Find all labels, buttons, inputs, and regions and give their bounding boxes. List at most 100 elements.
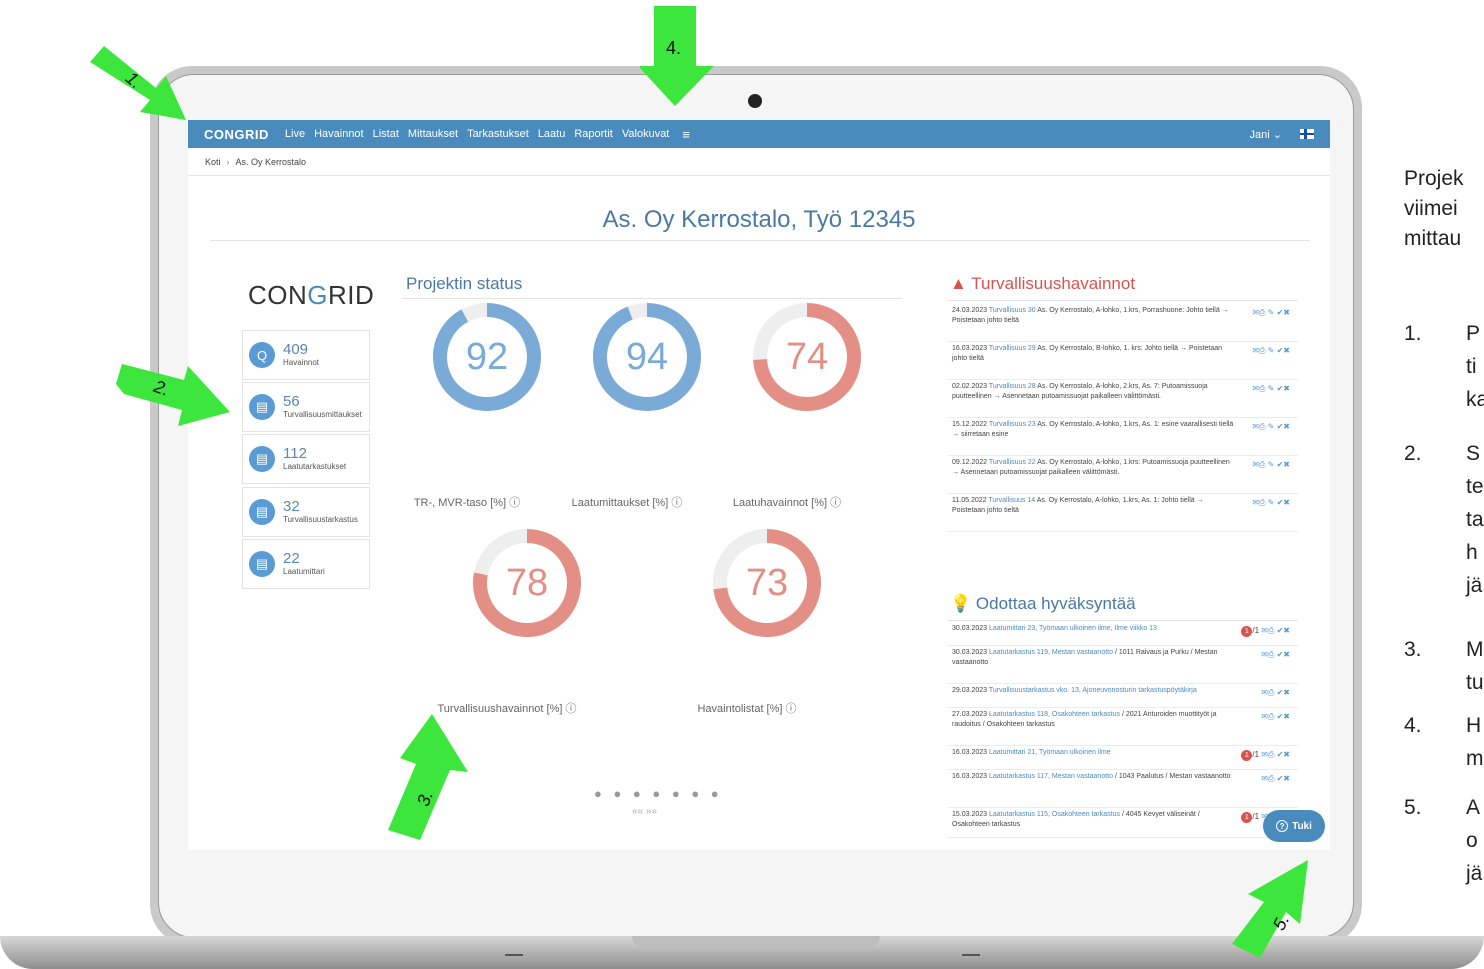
item-link[interactable]: Turvallisuus 28 [989,383,1037,390]
status-title: Projektin status [406,274,523,293]
item-actions[interactable]: ✉⎙ ✎ ✔✖ [1252,498,1290,508]
nav-havainnot[interactable]: Havainnot [314,128,364,140]
item-link[interactable]: Turvallisuus 23 [989,421,1037,428]
item-actions[interactable]: ✉⎙ ✔✖ [1261,650,1290,660]
stat-turvallisuustarkastus[interactable]: ▤ 32 Turvallisuustarkastus [242,487,370,537]
item-link[interactable]: Turvallisuustarkastus vko. 13, Ajoneuvon… [989,687,1197,694]
action-icons[interactable]: ✉⎙ ✎ ✔✖ [1252,384,1290,393]
item-actions[interactable]: ✉⎙ ✔✖ [1261,688,1290,698]
item-actions[interactable]: ✉⎙ ✎ ✔✖ [1252,308,1290,318]
item-link[interactable]: Turvallisuus 14 [988,497,1036,504]
carousel-arrows[interactable]: «« »» [632,806,657,817]
item-link[interactable]: Turvallisuus 29 [989,345,1037,352]
divider [210,240,1310,241]
action-icons[interactable]: ✉⎙ ✎ ✔✖ [1252,346,1290,355]
stat-laatutarkastukset[interactable]: ▤ 112 Laatutarkastukset [242,434,370,484]
action-icons[interactable]: ✉⎙ ✔✖ [1261,688,1290,697]
action-icons[interactable]: ✉⎙ ✎ ✔✖ [1252,308,1290,317]
breadcrumb-home[interactable]: Koti [205,157,221,167]
list-item[interactable]: 27.03.2023 Laatutarkastus 118, Osakohtee… [948,708,1298,746]
action-icons[interactable]: ✉⎙ ✔✖ [1261,712,1290,721]
side-item-text: S [1466,442,1481,465]
action-icons[interactable]: ✉⎙ ✔✖ [1261,626,1290,635]
item-actions[interactable]: ✉⎙ ✎ ✔✖ [1252,346,1290,356]
list-item[interactable]: 15.12.2022 Turvallisuus 23 As. Oy Kerros… [948,418,1298,456]
item-link[interactable]: Laatumittari 23, Työmaan ulkoinen ilme, … [989,625,1157,632]
action-icons[interactable]: ✉⎙ ✔✖ [1261,774,1290,783]
divider [402,298,902,299]
item-date: 11.05.2022 [952,497,989,504]
item-link[interactable]: Laatutarkastus 115, Osakohteen tarkastus [989,811,1122,818]
page-title: As. Oy Kerrostalo, Työ 12345 [602,206,916,233]
item-link[interactable]: Turvallisuus 30 [989,307,1037,314]
list-item[interactable]: 16.03.2023 Turvallisuus 29 As. Oy Kerros… [948,342,1298,380]
side-item-text: ta [1466,508,1484,531]
item-actions[interactable]: ✉⎙ ✔✖ [1261,774,1290,784]
base-mark [962,954,980,956]
laptop-notch [632,936,880,948]
action-icons[interactable]: ✉⎙ ✔✖ [1261,750,1290,759]
item-count: /1 [1252,626,1262,635]
item-link[interactable]: Laatutarkastus 118, Osakohteen tarkastus [989,711,1122,718]
stat-laatumittari[interactable]: ▤ 22 Laatumittari [242,539,370,589]
list-item[interactable]: 29.03.2023 Turvallisuustarkastus vko. 13… [948,684,1298,708]
nav-tarkastukset[interactable]: Tarkastukset [467,128,529,140]
safety-panel-title: ▲ Turvallisuushavainnot [950,274,1136,293]
gauge-value: 92 [465,335,509,378]
item-actions[interactable]: 1/1 ✉⎙ ✔✖ [1241,750,1290,761]
action-icons[interactable]: ✉⎙ ✎ ✔✖ [1252,498,1290,507]
stat-value: 409 [283,341,309,358]
item-actions[interactable]: ✉⎙ ✎ ✔✖ [1252,460,1290,470]
support-button[interactable]: ? Tuki [1263,810,1325,842]
gauge-1: 94 [592,302,702,412]
action-icons[interactable]: ✉⎙ ✔✖ [1261,650,1290,659]
item-link[interactable]: Laatutarkastus 119, Mestan vastaanotto [989,649,1115,656]
camera-icon [748,94,762,108]
finnish-flag-icon[interactable] [1300,129,1314,139]
list-item[interactable]: 02.02.2023 Turvallisuus 28 As. Oy Kerros… [948,380,1298,418]
breadcrumb: Koti › As. Oy Kerrostalo [188,148,1330,176]
approval-panel-title: 💡 Odottaa hyväksyntää [950,594,1136,613]
nav-mittaukset[interactable]: Mittaukset [408,128,458,140]
list-item[interactable]: 30.03.2023 Laatutarkastus 119, Mestan va… [948,646,1298,684]
gauge-value: 94 [625,335,669,378]
menu-icon[interactable]: ≡ [682,127,690,142]
item-link[interactable]: Laatumittari 21, Työmaan ulkoinen ilme [989,749,1111,756]
item-actions[interactable]: ✉⎙ ✎ ✔✖ [1252,384,1290,394]
nav-raportit[interactable]: Raportit [574,128,613,140]
list-item[interactable]: 30.03.2023 Laatumittari 23, Työmaan ulko… [948,622,1298,646]
item-actions[interactable]: ✉⎙ ✔✖ [1261,712,1290,722]
stat-havainnot[interactable]: Q 409 Havainnot [242,330,370,380]
gauge-value: 78 [505,561,549,604]
item-actions[interactable]: 1/1 ✉⎙ ✔✖ [1241,626,1290,637]
side-item-number: 2. [1404,442,1422,465]
list-item[interactable]: 09.12.2022 Turvallisuus 22 As. Oy Kerros… [948,456,1298,494]
side-item-text: A [1466,796,1481,819]
item-link[interactable]: Turvallisuus 22 [989,459,1037,466]
alert-badge: 1 [1241,750,1253,761]
action-icons[interactable]: ✉⎙ ✎ ✔✖ [1252,460,1290,469]
item-actions[interactable]: ✉⎙ ✎ ✔✖ [1252,422,1290,432]
nav-live[interactable]: Live [285,128,305,140]
carousel-dots[interactable]: ● ● ● ● ● ● ● [594,786,723,801]
list-item[interactable]: 11.05.2022 Turvallisuus 14 As. Oy Kerros… [948,494,1298,532]
action-icons[interactable]: ✉⎙ ✎ ✔✖ [1252,422,1290,431]
gauge-0: 92 [432,302,542,412]
stat-value: 22 [283,550,300,567]
nav-valokuvat[interactable]: Valokuvat [622,128,670,140]
list-item[interactable]: 16.03.2023 Laatutarkastus 117, Mestan va… [948,770,1298,808]
list-item[interactable]: 15.03.2023 Laatutarkastus 115, Osakohtee… [948,808,1298,838]
brand-logo: CONGRID [248,280,375,310]
congrid-logo[interactable]: CONGRID [204,127,269,142]
gauge-2: 74 [752,302,862,412]
user-menu[interactable]: Jani ⌄ [1250,128,1282,141]
item-date: 16.03.2023 [952,773,989,780]
item-link[interactable]: Laatutarkastus 117, Mestan vastaanotto [989,773,1115,780]
nav-laatu[interactable]: Laatu [538,128,566,140]
alert-badge: 1 [1241,626,1253,637]
list-item[interactable]: 24.03.2023 Turvallisuus 30 As. Oy Kerros… [948,304,1298,342]
list-item[interactable]: 16.03.2023 Laatumittari 21, Työmaan ulko… [948,746,1298,770]
nav-listat[interactable]: Listat [373,128,399,140]
stat-turvallisuusmittaukset[interactable]: ▤ 56 Turvallisuusmittaukset [242,382,370,432]
document-icon: ▤ [249,499,275,525]
